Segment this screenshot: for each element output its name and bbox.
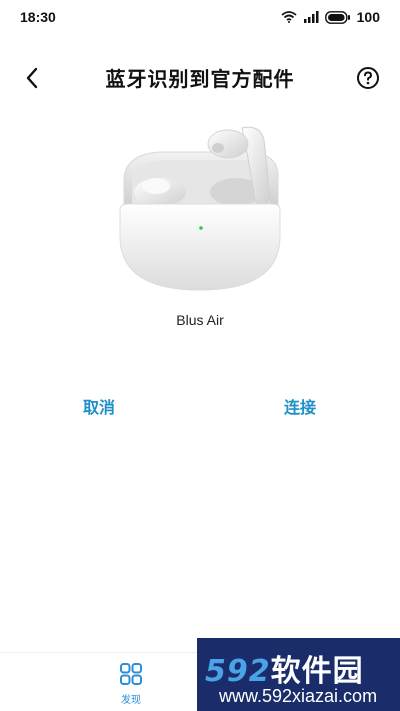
action-row: 取消 连接 xyxy=(0,394,400,424)
watermark-logo: 592软件园 www.592xiazai.com xyxy=(197,638,400,711)
cancel-button[interactable]: 取消 xyxy=(83,394,115,418)
watermark-brand-number: 592 xyxy=(205,654,271,689)
back-button[interactable] xyxy=(16,62,48,94)
page-title: 蓝牙识别到官方配件 xyxy=(105,66,295,91)
watermark-brand-text: 软件园 xyxy=(270,654,364,689)
earbuds-case-image xyxy=(110,118,290,298)
signal-icon xyxy=(303,11,319,23)
nav-item-discover[interactable]: 发现 xyxy=(101,663,161,706)
battery-level: 100 xyxy=(356,9,380,25)
status-icons: 100 xyxy=(281,9,380,25)
chevron-left-icon xyxy=(26,67,38,89)
watermark-url: www.592xiazai.com xyxy=(219,686,378,706)
help-button[interactable] xyxy=(352,62,384,94)
status-bar: 18:30 100 xyxy=(0,0,400,34)
status-time: 18:30 xyxy=(20,9,56,25)
grid-icon xyxy=(120,663,142,685)
nav-label-discover: 发现 xyxy=(121,695,141,706)
device-name: Blus Air xyxy=(176,312,224,328)
screen: 18:30 100 蓝牙识别到官方配件 Blus Air 取消 连接 发现 59… xyxy=(0,0,400,711)
wifi-icon xyxy=(281,11,297,23)
connect-button[interactable]: 连接 xyxy=(284,394,316,418)
battery-icon xyxy=(324,10,351,24)
header: 蓝牙识别到官方配件 xyxy=(0,52,400,102)
watermark-brand: 592软件园 xyxy=(205,646,364,690)
question-circle-icon xyxy=(357,67,379,89)
